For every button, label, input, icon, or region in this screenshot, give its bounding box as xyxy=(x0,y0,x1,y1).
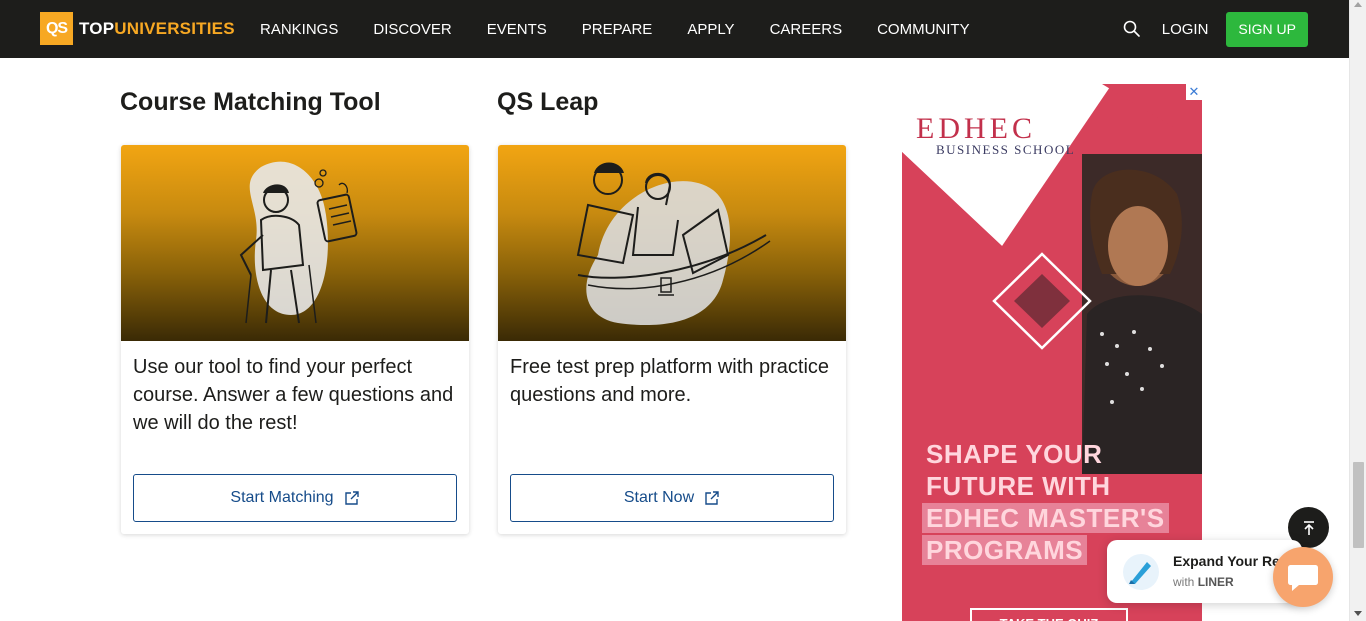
nav-discover[interactable]: DISCOVER xyxy=(373,21,451,38)
ad-headline-line-4: PROGRAMS xyxy=(922,535,1088,565)
page-scrollbar[interactable] xyxy=(1349,0,1366,621)
page: QS TOPUNIVERSITIES RANKINGS DISCOVER EVE… xyxy=(0,0,1366,621)
external-link-icon xyxy=(344,491,359,505)
external-link-icon xyxy=(705,491,719,505)
edhec-brand-subtext: BUSINESS SCHOOL xyxy=(936,142,1076,157)
course-matching-illustration xyxy=(121,145,469,341)
scroll-up-arrow-icon[interactable] xyxy=(1354,2,1362,7)
top-navbar: QS TOPUNIVERSITIES RANKINGS DISCOVER EVE… xyxy=(0,0,1349,58)
liner-title: Expand Your Re xyxy=(1173,553,1280,569)
ad-headline-line-1: SHAPE YOUR xyxy=(926,439,1103,469)
student-with-checklist-illustration xyxy=(239,161,358,324)
ad-headline-line-2: FUTURE WITH xyxy=(926,471,1111,501)
search-icon[interactable] xyxy=(1122,19,1142,39)
nav-careers[interactable]: CAREERS xyxy=(770,21,843,38)
course-matching-title: Course Matching Tool xyxy=(120,88,381,116)
edhec-logo: EDHEC BUSINESS SCHOOL xyxy=(916,112,1075,158)
ad-headline-line-3: EDHEC MASTER'S xyxy=(922,503,1169,533)
ad-close-button[interactable]: ✕ xyxy=(1186,84,1202,100)
nav-rankings[interactable]: RANKINGS xyxy=(260,21,338,38)
qs-leap-illustration xyxy=(498,145,846,341)
start-now-button[interactable]: Start Now xyxy=(510,474,834,522)
scroll-down-arrow-icon[interactable] xyxy=(1354,611,1362,616)
nav-prepare[interactable]: PREPARE xyxy=(582,21,653,38)
site-logo[interactable]: QS TOPUNIVERSITIES xyxy=(40,12,235,45)
login-link[interactable]: LOGIN xyxy=(1162,21,1209,38)
course-matching-description: Use our tool to find your perfect course… xyxy=(133,356,454,434)
liner-logo-icon xyxy=(1123,554,1159,590)
qs-leap-title: QS Leap xyxy=(497,88,599,116)
start-now-label: Start Now xyxy=(623,489,695,506)
scroll-thumb[interactable] xyxy=(1353,462,1364,548)
liner-sub-brand: LINER xyxy=(1197,575,1234,589)
edhec-brand-text: EDHEC xyxy=(916,112,1036,145)
ad-cta-button[interactable]: TAKE THE QUIZ xyxy=(970,608,1128,621)
chat-bubble-icon xyxy=(1288,565,1318,591)
liner-subtitle: with LINER xyxy=(1173,575,1234,589)
logo-wordmark: TOPUNIVERSITIES xyxy=(79,19,235,39)
nav-right-group: LOGIN SIGN UP xyxy=(1122,0,1308,58)
signup-button[interactable]: SIGN UP xyxy=(1226,11,1308,47)
main-nav-menu: RANKINGS DISCOVER EVENTS PREPARE APPLY C… xyxy=(260,0,1005,58)
chat-widget-button[interactable] xyxy=(1273,547,1333,607)
students-at-laptop-illustration xyxy=(576,162,771,326)
start-matching-button[interactable]: Start Matching xyxy=(133,474,457,522)
qs-logo-mark: QS xyxy=(40,12,73,45)
arrow-up-icon xyxy=(1303,520,1314,535)
start-matching-label: Start Matching xyxy=(230,489,334,506)
nav-community[interactable]: COMMUNITY xyxy=(877,21,970,38)
logo-universities-text: UNIVERSITIES xyxy=(114,18,235,38)
nav-apply[interactable]: APPLY xyxy=(687,21,734,38)
liner-sub-prefix: with xyxy=(1173,575,1195,589)
qs-leap-description: Free test prep platform with practice qu… xyxy=(510,356,830,406)
nav-events[interactable]: EVENTS xyxy=(487,21,547,38)
logo-top-text: TOP xyxy=(79,18,115,38)
qs-leap-card: Free test prep platform with practice qu… xyxy=(498,145,846,534)
course-matching-card: Use our tool to find your perfect course… xyxy=(121,145,469,534)
